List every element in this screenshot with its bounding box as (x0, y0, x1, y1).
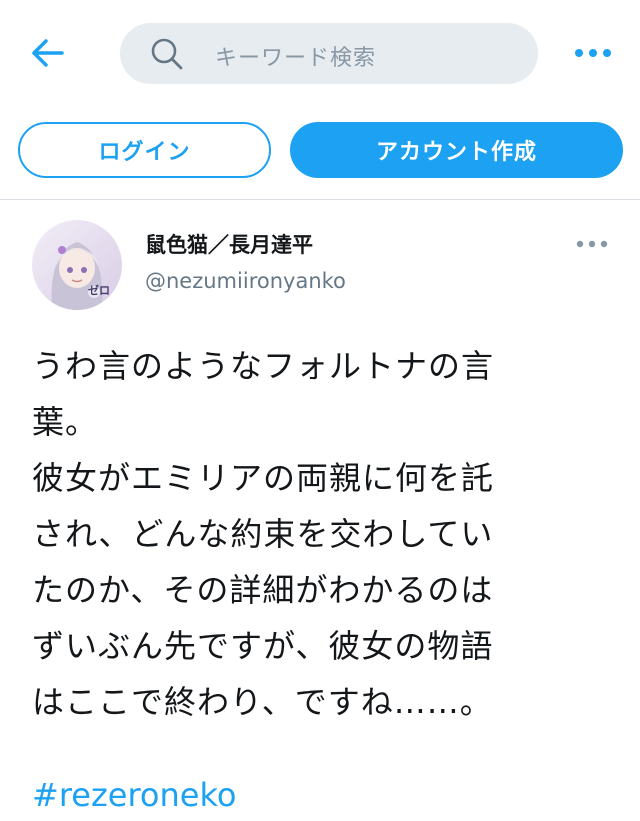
arrow-left-icon (32, 39, 64, 67)
more-horizontal-icon (575, 49, 611, 57)
search-icon (151, 38, 183, 70)
tweet-text-line: 葉。 (32, 403, 99, 441)
more-horizontal-icon (576, 240, 608, 248)
tweet-text-line: うわ言のようなフォルトナの言 (32, 347, 495, 385)
tweet-text-line: はここで終わり、ですね……。 (32, 683, 493, 721)
back-button[interactable] (22, 30, 74, 76)
avatar-image: ゼロ (32, 220, 122, 310)
avatar[interactable]: ゼロ (32, 220, 122, 310)
tweet-text-line: 彼女がエミリアの両親に何を託 (32, 459, 495, 497)
login-button[interactable]: ログイン (18, 122, 271, 178)
avatar-badge-text: ゼロ (88, 283, 110, 297)
section-divider (0, 199, 640, 200)
create-account-button[interactable]: アカウント作成 (290, 122, 623, 178)
search-input[interactable]: キーワード検索 (120, 23, 538, 84)
author-handle[interactable]: @nezumiironyanko (145, 269, 346, 293)
more-options-button[interactable] (572, 43, 614, 63)
tweet-text-line: ずいぶん先ですが、彼女の物語 (32, 627, 494, 665)
author-display-name[interactable]: 鼠色猫／長月達平 (145, 229, 313, 259)
tweet-text: うわ言のようなフォルトナの言 葉。 彼女がエミリアの両親に何を託 され、どんな約… (32, 338, 604, 730)
hashtag-link[interactable]: #rezeroneko (32, 770, 236, 820)
top-navigation-bar: キーワード検索 (0, 0, 640, 108)
search-placeholder: キーワード検索 (215, 46, 377, 71)
tweet-more-options-button[interactable] (574, 236, 610, 252)
tweet-text-line: たのか、その詳細がわかるのは (32, 571, 494, 609)
tweet-text-line: され、どんな約束を交わしてい (32, 515, 494, 553)
